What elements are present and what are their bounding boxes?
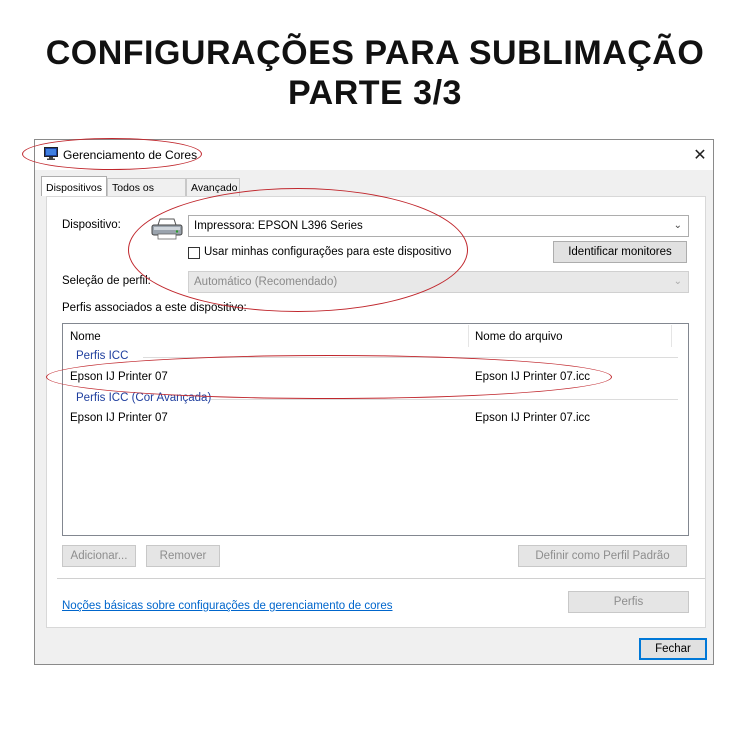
profile-row-file[interactable]: Epson IJ Printer 07.icc: [475, 412, 590, 424]
set-default-profile-button[interactable]: Definir como Perfil Padrão: [518, 545, 687, 567]
profile-selection-select[interactable]: Automático (Recomendado) ⌄: [188, 271, 689, 293]
headline-line-1: CONFIGURAÇÕES PARA SUBLIMAÇÃO: [45, 34, 705, 72]
section-divider: [57, 578, 705, 579]
title-bar: Gerenciamento de Cores ✕: [35, 140, 713, 170]
identify-monitors-button[interactable]: Identificar monitores: [553, 241, 687, 263]
tab-todos-os-perfis[interactable]: Todos os Perfis: [107, 178, 186, 212]
device-select-value: Impressora: EPSON L396 Series: [194, 220, 363, 232]
profiles-list[interactable]: Nome Nome do arquivo Perfis ICC Epson IJ…: [62, 323, 689, 536]
headline-line-2: PARTE 3/3: [288, 74, 462, 112]
chevron-down-icon: ⌄: [673, 220, 682, 231]
close-button[interactable]: Fechar: [639, 638, 707, 660]
use-my-settings-checkbox[interactable]: [188, 247, 200, 259]
associated-profiles-label: Perfis associados a este dispositivo:: [62, 302, 247, 314]
profile-row-name[interactable]: Epson IJ Printer 07: [70, 371, 168, 383]
add-profile-button[interactable]: Adicionar...: [62, 545, 136, 567]
group-divider: [143, 357, 678, 358]
device-select[interactable]: Impressora: EPSON L396 Series ⌄: [188, 215, 689, 237]
profile-selection-label: Seleção de perfil:: [62, 275, 151, 287]
group-divider: [211, 399, 678, 400]
column-separator[interactable]: [671, 325, 672, 347]
tab-avancado[interactable]: Avançado: [186, 178, 240, 196]
profile-selection-value: Automático (Recomendado): [194, 276, 338, 288]
color-management-dialog: Gerenciamento de Cores ✕ Dispositivos To…: [34, 139, 714, 665]
column-header-nome[interactable]: Nome: [70, 331, 101, 343]
group-header-perfis-icc[interactable]: Perfis ICC: [76, 350, 128, 362]
device-label: Dispositivo:: [62, 219, 121, 231]
profiles-button[interactable]: Perfis: [568, 591, 689, 613]
close-window-icon[interactable]: ✕: [691, 145, 709, 165]
window-title: Gerenciamento de Cores: [63, 148, 198, 162]
color-management-icon: [44, 147, 58, 160]
profile-row-name[interactable]: Epson IJ Printer 07: [70, 412, 168, 424]
use-my-settings-label: Usar minhas configurações para este disp…: [204, 246, 452, 258]
printer-icon: [151, 218, 183, 240]
chevron-down-icon: ⌄: [673, 276, 682, 287]
group-header-perfis-icc-cor-avancada[interactable]: Perfis ICC (Cor Avançada): [76, 392, 211, 404]
help-link[interactable]: Noções básicas sobre configurações de ge…: [62, 600, 393, 612]
remove-profile-button[interactable]: Remover: [146, 545, 220, 567]
tab-dispositivos[interactable]: Dispositivos: [41, 176, 107, 196]
column-separator[interactable]: [468, 325, 469, 347]
profile-row-file[interactable]: Epson IJ Printer 07.icc: [475, 371, 590, 383]
column-header-nome-do-arquivo[interactable]: Nome do arquivo: [475, 331, 563, 343]
